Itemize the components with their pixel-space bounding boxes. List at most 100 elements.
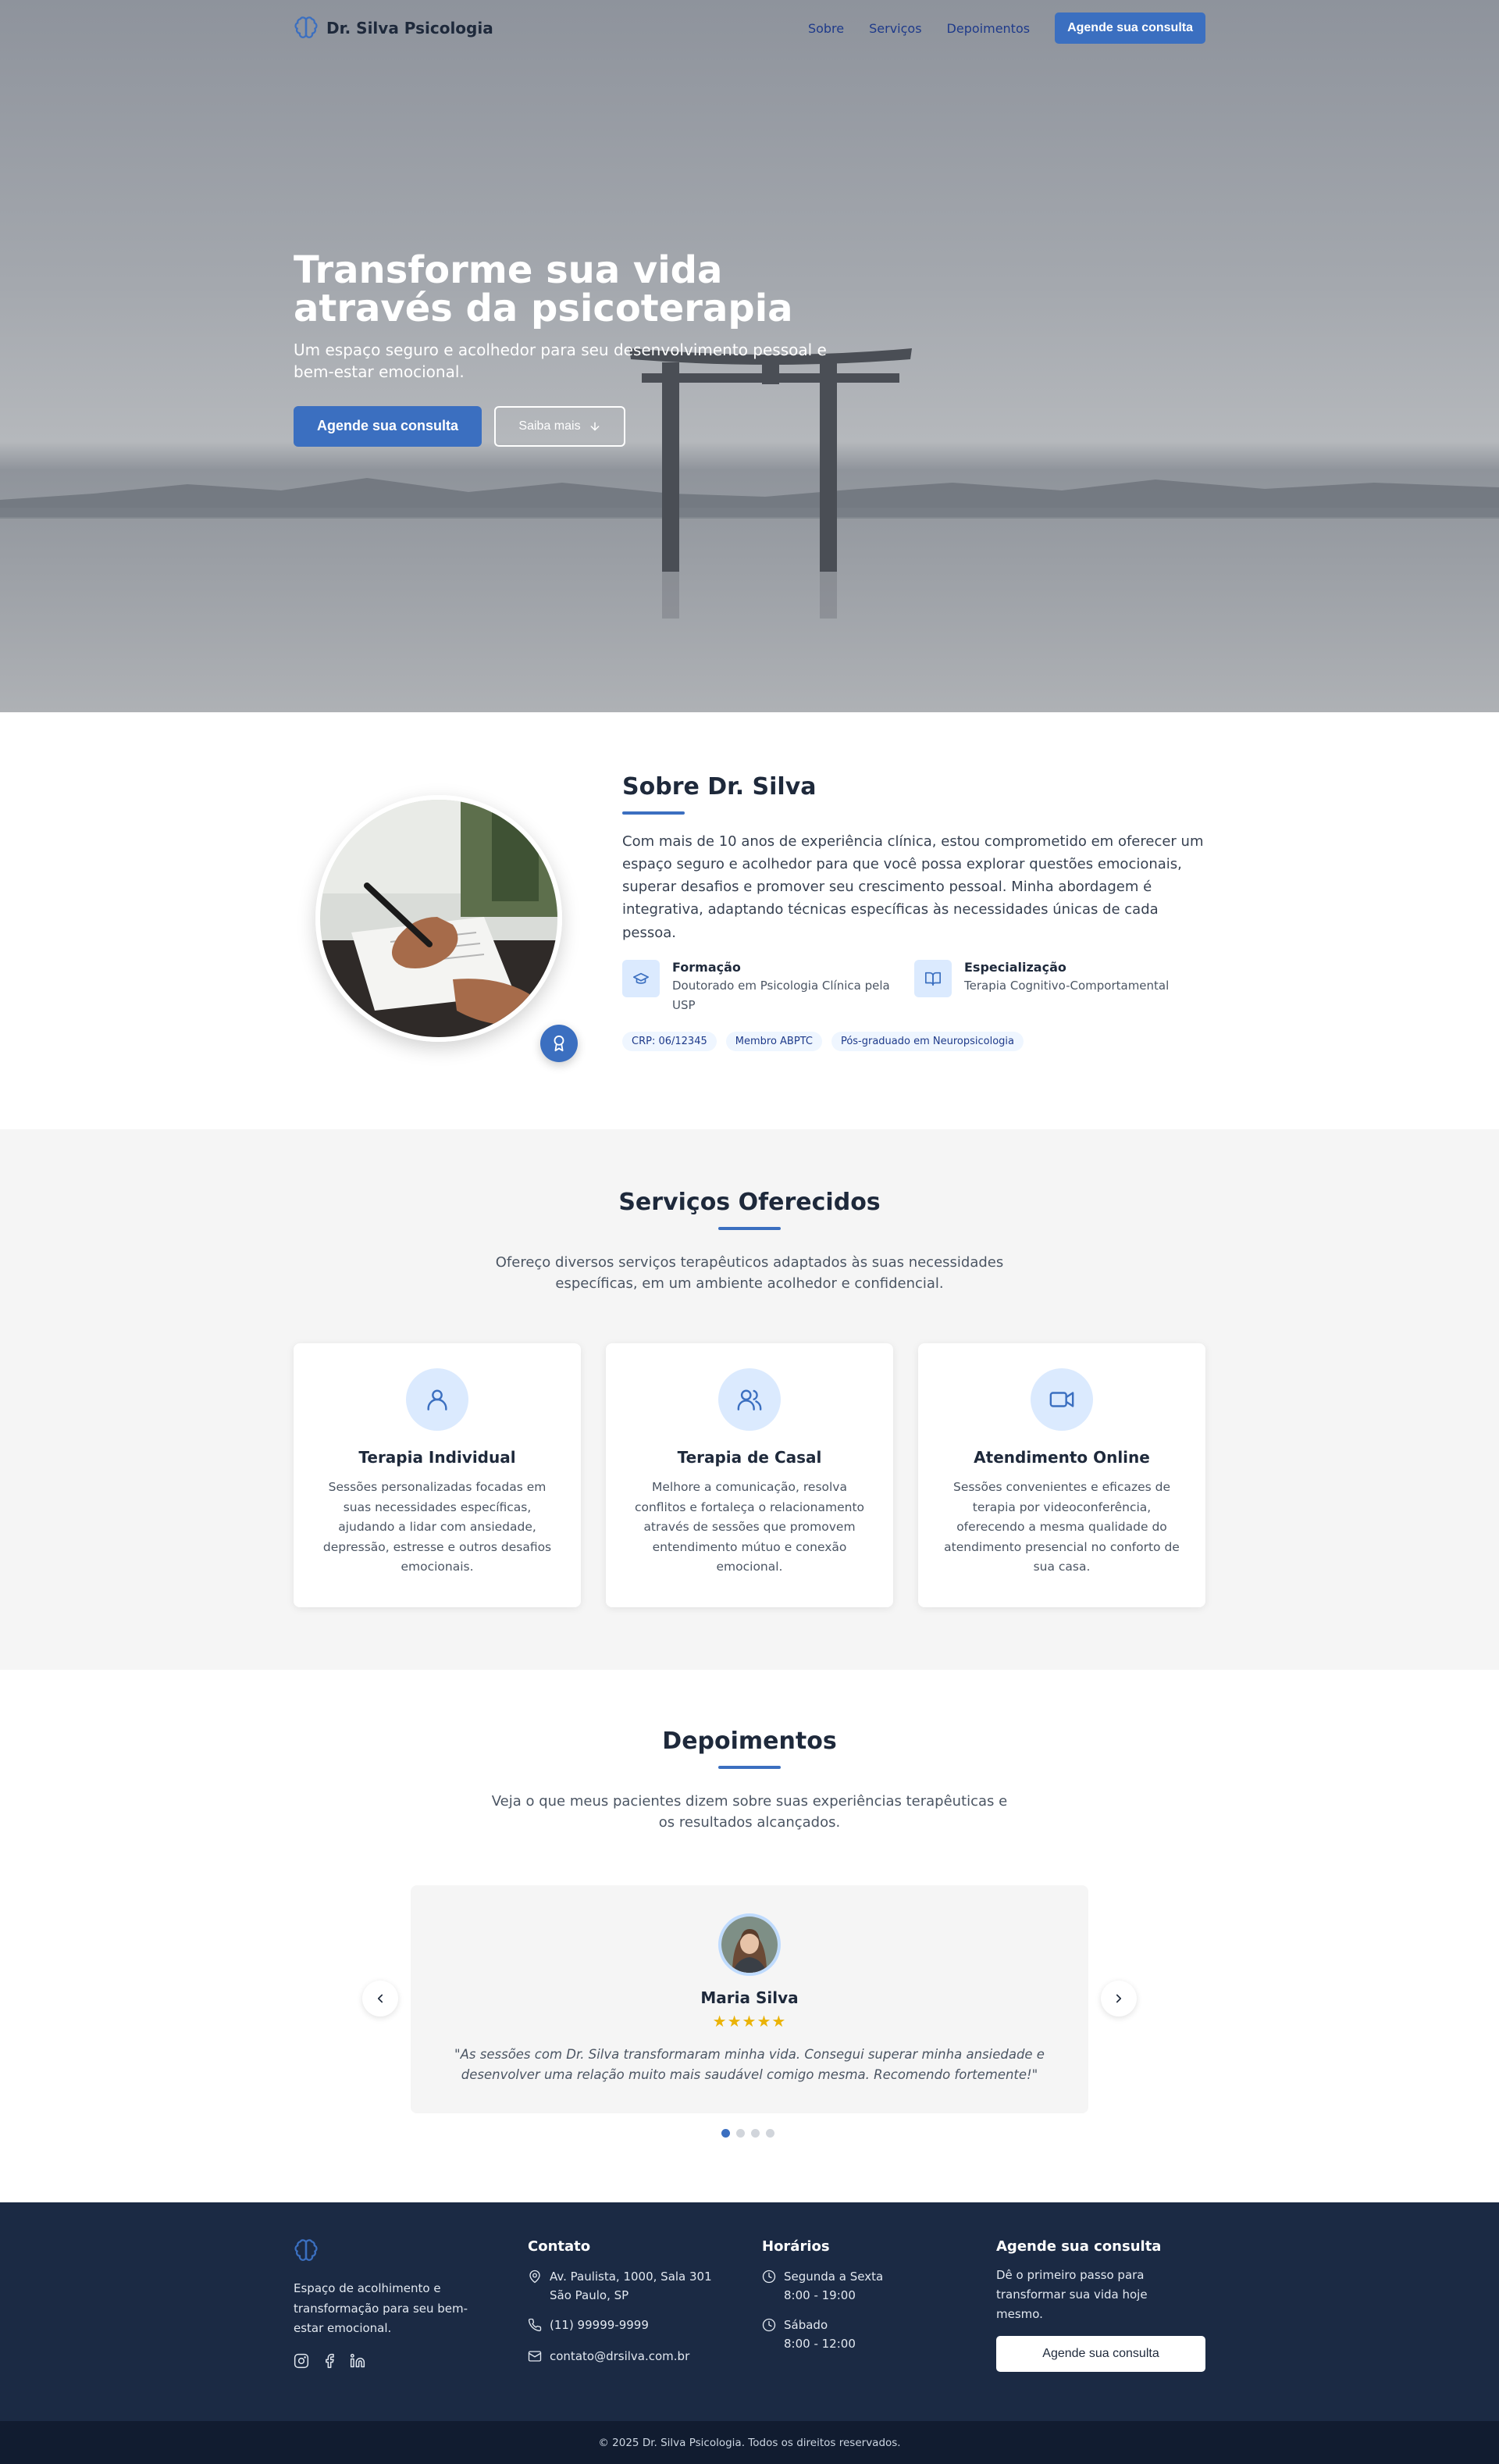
hero-buttons: Agende sua consulta Saiba mais xyxy=(294,405,887,447)
social-links xyxy=(294,2353,528,2369)
feature-especializacao: Especialização Terapia Cognitivo-Comport… xyxy=(914,959,1206,1015)
footer-contact-title: Contato xyxy=(528,2238,591,2255)
service-card-individual[interactable]: Terapia Individual Sessões personalizada… xyxy=(294,1343,581,1607)
instagram-icon[interactable] xyxy=(294,2353,309,2369)
services-section: Serviços Oferecidos Ofereço diversos ser… xyxy=(0,1129,1499,1670)
footer-email[interactable]: contato@drsilva.com.br xyxy=(528,2347,762,2367)
about-features: Formação Doutorado em Psicologia Clínica… xyxy=(622,959,1206,1015)
title-underline xyxy=(622,811,685,815)
feature-icon-box xyxy=(914,959,952,997)
footer-contact-column: Contato Av. Paulista, 1000, Sala 301 São… xyxy=(528,2238,762,2372)
testimonial-quote: "As sessões com Dr. Silva transformaram … xyxy=(454,2047,1045,2082)
hero-learn-more-button[interactable]: Saiba mais xyxy=(494,405,625,447)
feature-desc: Terapia Cognitivo-Comportamental xyxy=(964,978,1170,993)
carousel-dot[interactable] xyxy=(736,2129,745,2138)
footer-book-button[interactable]: Agende sua consulta xyxy=(996,2336,1205,2373)
linkedin-icon[interactable] xyxy=(350,2353,365,2369)
title-underline xyxy=(718,1766,781,1769)
copyright-text: © 2025 Dr. Silva Psicologia. Todos os di… xyxy=(598,2436,901,2449)
writing-on-clipboard-image xyxy=(320,800,557,1037)
address-text: Av. Paulista, 1000, Sala 301 São Paulo, … xyxy=(550,2267,712,2305)
carousel-dot[interactable] xyxy=(766,2129,774,2138)
card-title: Terapia de Casal xyxy=(677,1448,822,1467)
carousel-dots xyxy=(721,2129,774,2138)
facebook-icon[interactable] xyxy=(322,2353,337,2369)
card-icon-circle xyxy=(718,1368,781,1431)
feature-title: Formação xyxy=(672,959,741,975)
card-desc: Melhore a comunicação, resolva conflitos… xyxy=(634,1480,865,1574)
service-card-online[interactable]: Atendimento Online Sessões convenientes … xyxy=(918,1343,1205,1607)
testimonials-section: Depoimentos Veja o que meus pacientes di… xyxy=(0,1670,1499,2202)
service-cards: Terapia Individual Sessões personalizada… xyxy=(294,1343,1205,1607)
services-lead: Ofereço diversos serviços terapêuticos a… xyxy=(495,1254,1004,1292)
credential-tag: Pós-graduado em Neuropsicologia xyxy=(831,1032,1024,1052)
address-line-1: Av. Paulista, 1000, Sala 301 xyxy=(550,2270,712,2284)
brain-icon xyxy=(294,2239,318,2261)
nav-link-depoimentos[interactable]: Depoimentos xyxy=(947,21,1031,36)
testimonial-name: Maria Silva xyxy=(700,1988,799,2007)
carousel-prev-button[interactable] xyxy=(362,1981,398,2016)
testimonials-lead: Veja o que meus pacientes dizem sobre su… xyxy=(491,1793,1008,1831)
card-desc: Sessões convenientes e eficazes de terap… xyxy=(944,1480,1180,1574)
book-open-icon xyxy=(925,972,941,986)
graduation-cap-icon xyxy=(633,972,649,984)
hero-book-button[interactable]: Agende sua consulta xyxy=(294,405,482,447)
phone-icon xyxy=(528,2318,542,2332)
hero-title: Transforme sua vida através da psicotera… xyxy=(294,248,793,330)
hours-text: Segunda a Sexta 8:00 - 19:00 xyxy=(784,2267,883,2305)
about-title: Sobre Dr. Silva xyxy=(622,773,817,801)
nav-link-servicos[interactable]: Serviços xyxy=(869,21,921,36)
footer-hours-column: Horários Segunda a Sexta 8:00 - 19:00 Sá… xyxy=(762,2238,996,2372)
hours-time: 8:00 - 12:00 xyxy=(784,2337,856,2351)
about-section: Sobre Dr. Silva Com mais de 10 anos de e… xyxy=(0,712,1499,1129)
footer-about-text: Espaço de acolhimento e transformação pa… xyxy=(294,2281,468,2335)
card-icon-circle xyxy=(406,1368,468,1431)
testimonials-title: Depoimentos xyxy=(662,1728,837,1755)
hours-text: Sábado 8:00 - 12:00 xyxy=(784,2316,856,2353)
clock-icon xyxy=(762,2318,776,2332)
hero-section: Transforme sua vida através da psicotera… xyxy=(0,0,1499,712)
footer-cta-title: Agende sua consulta xyxy=(996,2238,1162,2255)
address-line-2: São Paulo, SP xyxy=(550,2288,629,2302)
user-icon xyxy=(427,1389,447,1410)
credential-tag: Membro ABPTC xyxy=(725,1032,822,1052)
credential-tag: CRP: 06/12345 xyxy=(622,1032,717,1052)
chevron-left-icon xyxy=(377,1994,383,2003)
carousel-dot[interactable] xyxy=(751,2129,760,2138)
card-title: Terapia Individual xyxy=(358,1448,516,1467)
map-pin-icon xyxy=(529,2270,540,2284)
email-text: contato@drsilva.com.br xyxy=(550,2348,690,2363)
card-icon-circle xyxy=(1031,1368,1093,1431)
brand-logo[interactable]: Dr. Silva Psicologia xyxy=(294,16,493,41)
nav-links: Sobre Serviços Depoimentos Agende sua co… xyxy=(808,12,1205,44)
nav-link-sobre[interactable]: Sobre xyxy=(808,21,844,36)
testimonials-header: Depoimentos Veja o que meus pacientes di… xyxy=(0,1670,1499,1833)
brand-name: Dr. Silva Psicologia xyxy=(326,19,493,37)
feature-formacao: Formação Doutorado em Psicologia Clínica… xyxy=(622,959,914,1015)
brain-icon xyxy=(294,16,318,38)
feature-icon-box xyxy=(622,959,660,997)
hero-content: Transforme sua vida através da psicotera… xyxy=(294,251,887,447)
hours-saturday: Sábado 8:00 - 12:00 xyxy=(762,2316,996,2353)
nav-book-button[interactable]: Agende sua consulta xyxy=(1055,12,1205,44)
footer-cta-text: Dê o primeiro passo para transformar sua… xyxy=(996,2268,1148,2321)
footer-about-column: Espaço de acolhimento e transformação pa… xyxy=(294,2238,528,2372)
hours-days: Sábado xyxy=(784,2318,828,2332)
footer-phone[interactable]: (11) 99999-9999 xyxy=(528,2316,762,2336)
footer-cta-column: Agende sua consulta Dê o primeiro passo … xyxy=(996,2238,1230,2373)
about-photo-wrapper xyxy=(315,795,578,1062)
carousel-dot[interactable] xyxy=(721,2129,730,2138)
chevron-right-icon xyxy=(1116,1994,1122,2003)
card-title: Atendimento Online xyxy=(974,1448,1150,1467)
carousel-next-button[interactable] xyxy=(1101,1981,1137,2016)
testimonial-card: Maria Silva ★★★★★ "As sessões com Dr. Si… xyxy=(411,1885,1088,2113)
arrow-down-icon xyxy=(590,422,599,431)
hours-days: Segunda a Sexta xyxy=(784,2270,884,2284)
award-badge xyxy=(540,1025,578,1062)
credential-tags: CRP: 06/12345 Membro ABPTC Pós-graduado … xyxy=(622,1032,1206,1052)
footer-columns: Espaço de acolhimento e transformação pa… xyxy=(294,2238,1230,2373)
service-card-casal[interactable]: Terapia de Casal Melhore a comunicação, … xyxy=(606,1343,893,1607)
clock-icon xyxy=(762,2270,776,2284)
mail-icon xyxy=(528,2350,542,2362)
hours-weekdays: Segunda a Sexta 8:00 - 19:00 xyxy=(762,2267,996,2305)
